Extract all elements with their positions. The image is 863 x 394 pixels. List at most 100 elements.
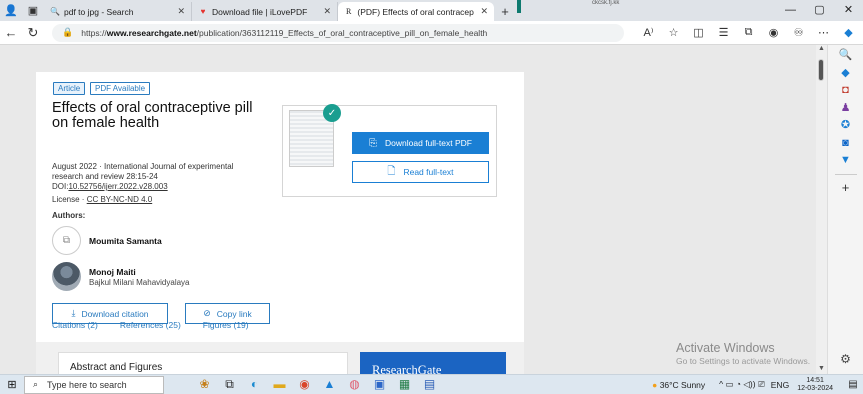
- tab-ilovepdf[interactable]: ♥ Download file | iLovePDF ✕: [192, 2, 338, 21]
- download-citation-label: Download citation: [81, 308, 149, 319]
- researchgate-icon: R: [346, 7, 352, 16]
- copilot-icon[interactable]: ♾: [786, 26, 811, 39]
- sidebar-games-icon[interactable]: ✪: [836, 117, 856, 135]
- doi-label: DOI:: [52, 182, 69, 191]
- document-icon: 🗋: [387, 165, 396, 177]
- abstract-title[interactable]: Abstract and Figures: [70, 362, 162, 373]
- edge-copilot-icon[interactable]: ◆: [836, 26, 861, 39]
- check-icon: ✓: [323, 104, 341, 122]
- scrollbar-thumb[interactable]: [818, 59, 824, 81]
- author-item[interactable]: Monoj Maiti Bajkul Milani Mahavidyalaya: [52, 262, 190, 291]
- search-icon: 🔍: [50, 7, 60, 16]
- address-bar[interactable]: 🔒 https://www.researchgate.net/publicati…: [52, 23, 624, 42]
- scroll-down-arrow-icon[interactable]: ▼: [816, 365, 827, 372]
- search-icon: ⌕: [33, 379, 39, 389]
- windows-start-icon[interactable]: ⊞: [0, 378, 24, 391]
- clock-time: 14:51: [806, 376, 824, 384]
- doi-link[interactable]: 10.52756/ijerr.2022.v28.003: [68, 182, 167, 191]
- store-icon[interactable]: ▲: [317, 377, 342, 392]
- license-link[interactable]: CC BY-NC-ND 4.0: [87, 195, 153, 204]
- tab-figures[interactable]: Figures (19): [203, 320, 249, 330]
- tab-actions-icon[interactable]: ▣: [22, 0, 44, 21]
- chrome-icon[interactable]: ◉: [292, 377, 317, 392]
- edge-sidebar: 🔍 ◆ ◘ ♟ ✪ ◙ ▼ + ⚙: [827, 45, 863, 374]
- avatar: [52, 262, 81, 291]
- tab-strip: 👤 ▣ 🔍 pdf to jpg - Search ✕ ♥ Download f…: [0, 0, 863, 21]
- tab-citations[interactable]: Citations (2): [52, 320, 98, 330]
- page-viewport: Article PDF Available Effects of oral co…: [0, 45, 816, 374]
- publication-tabs: Citations (2) References (25) Figures (1…: [52, 320, 271, 330]
- teal-marker: [517, 0, 521, 13]
- sidebar-settings-icon[interactable]: ⚙: [836, 351, 856, 369]
- split-screen-icon[interactable]: ◫: [686, 26, 711, 39]
- copy-link-label: Copy link: [216, 308, 252, 319]
- doi-line: DOI:10.52756/ijerr.2022.v28.003: [52, 182, 168, 192]
- watermark-line1: Activate Windows: [676, 341, 775, 355]
- sidebar-search-icon[interactable]: 🔍: [836, 47, 856, 65]
- toolbar-icons: A⁾ ☆ ◫ ☰ ⧉ ◉ ♾ ⋯ ◆: [636, 26, 861, 39]
- publication-date-journal: August 2022 · International Journal of e…: [52, 162, 234, 181]
- tray-icons[interactable]: ^ ▭ ◔ ◁)) ⎚: [719, 379, 765, 390]
- close-button[interactable]: ✕: [834, 0, 863, 21]
- sidebar-people-icon[interactable]: ♟: [836, 100, 856, 118]
- favorite-star-icon[interactable]: ☆: [661, 26, 686, 39]
- widget-icon[interactable]: ❀: [192, 377, 217, 392]
- language-indicator[interactable]: ENG: [771, 380, 789, 390]
- authors-label: Authors:: [52, 211, 86, 220]
- minimize-button[interactable]: —: [776, 0, 805, 21]
- taskbar-search-input[interactable]: ⌕ Type here to search: [24, 375, 164, 394]
- vertical-scrollbar[interactable]: ▲ ▼: [816, 45, 827, 374]
- clock[interactable]: 14:51 12-03-2024: [797, 377, 833, 393]
- notification-icon[interactable]: ▤: [843, 379, 863, 390]
- pdf-file-icon: ⎘: [369, 137, 378, 149]
- navigation-bar: ← ↻ 🔒 https://www.researchgate.net/publi…: [0, 21, 863, 45]
- tab-references[interactable]: References (25): [120, 320, 181, 330]
- publication-title: Effects of oral contraceptive pill on fe…: [52, 100, 253, 131]
- task-view-icon[interactable]: ⧉: [217, 377, 242, 392]
- new-tab-button[interactable]: +: [494, 2, 516, 21]
- sidebar-tag-icon[interactable]: ◆: [836, 65, 856, 83]
- sidebar-add-icon[interactable]: +: [836, 179, 856, 197]
- extension-icon[interactable]: ◉: [761, 26, 786, 39]
- file-explorer-icon[interactable]: ▬: [267, 377, 292, 392]
- refresh-icon[interactable]: ↻: [22, 25, 44, 41]
- weather-widget[interactable]: ● 36°C Sunny: [652, 380, 705, 390]
- read-fulltext-button[interactable]: 🗋 Read full-text: [352, 161, 489, 183]
- license-label: License ·: [52, 195, 87, 204]
- window-controls: — ▢ ✕: [776, 0, 863, 21]
- scroll-up-arrow-icon[interactable]: ▲: [816, 45, 827, 52]
- download-pdf-label: Download full-text PDF: [385, 138, 472, 148]
- author-item[interactable]: ⧉ Moumita Samanta: [52, 226, 162, 255]
- watermark-line2: Go to Settings to activate Windows.: [676, 356, 811, 366]
- read-aloud-icon[interactable]: A⁾: [636, 26, 661, 39]
- close-tab-icon[interactable]: ✕: [474, 6, 488, 17]
- tab-search[interactable]: 🔍 pdf to jpg - Search ✕: [44, 2, 192, 21]
- zoom-icon[interactable]: ▣: [367, 377, 392, 392]
- close-tab-icon[interactable]: ✕: [317, 6, 331, 17]
- sidebar-drop-icon[interactable]: ▼: [836, 152, 856, 170]
- favorites-list-icon[interactable]: ☰: [711, 26, 736, 39]
- author-name[interactable]: Monoj Maiti: [89, 267, 190, 277]
- sidebar-shopping-icon[interactable]: ◘: [836, 82, 856, 100]
- paint-icon[interactable]: ◍: [342, 377, 367, 392]
- clock-date: 12-03-2024: [797, 384, 833, 392]
- back-arrow-icon[interactable]: ←: [0, 25, 22, 40]
- read-fulltext-label: Read full-text: [403, 167, 454, 177]
- collections-icon[interactable]: ⧉: [736, 26, 761, 39]
- close-tab-icon[interactable]: ✕: [171, 6, 185, 17]
- edge-browser-icon[interactable]: ◐: [242, 377, 267, 392]
- sidebar-outlook-icon[interactable]: ◙: [836, 135, 856, 153]
- maximize-button[interactable]: ▢: [805, 0, 834, 21]
- author-name[interactable]: Moumita Samanta: [89, 236, 162, 246]
- word-icon[interactable]: ▤: [417, 377, 442, 392]
- excel-icon[interactable]: ▦: [392, 377, 417, 392]
- download-pdf-button[interactable]: ⎘ Download full-text PDF: [352, 132, 489, 154]
- taskbar-apps: ❀ ⧉ ◐ ▬ ◉ ▲ ◍ ▣ ▦ ▤: [192, 377, 442, 392]
- more-menu-icon[interactable]: ⋯: [811, 26, 836, 39]
- activate-windows-watermark: Activate Windows Go to Settings to activ…: [676, 341, 810, 366]
- profile-icon[interactable]: 👤: [0, 0, 22, 21]
- researchgate-brand: ResearchGate: [372, 363, 442, 374]
- avatar-placeholder-icon: ⧉: [52, 226, 81, 255]
- tab-researchgate[interactable]: R (PDF) Effects of oral contraceptiv ✕: [338, 2, 494, 21]
- system-tray: ● 36°C Sunny ^ ▭ ◔ ◁)) ⎚ ENG 14:51 12-03…: [652, 377, 863, 393]
